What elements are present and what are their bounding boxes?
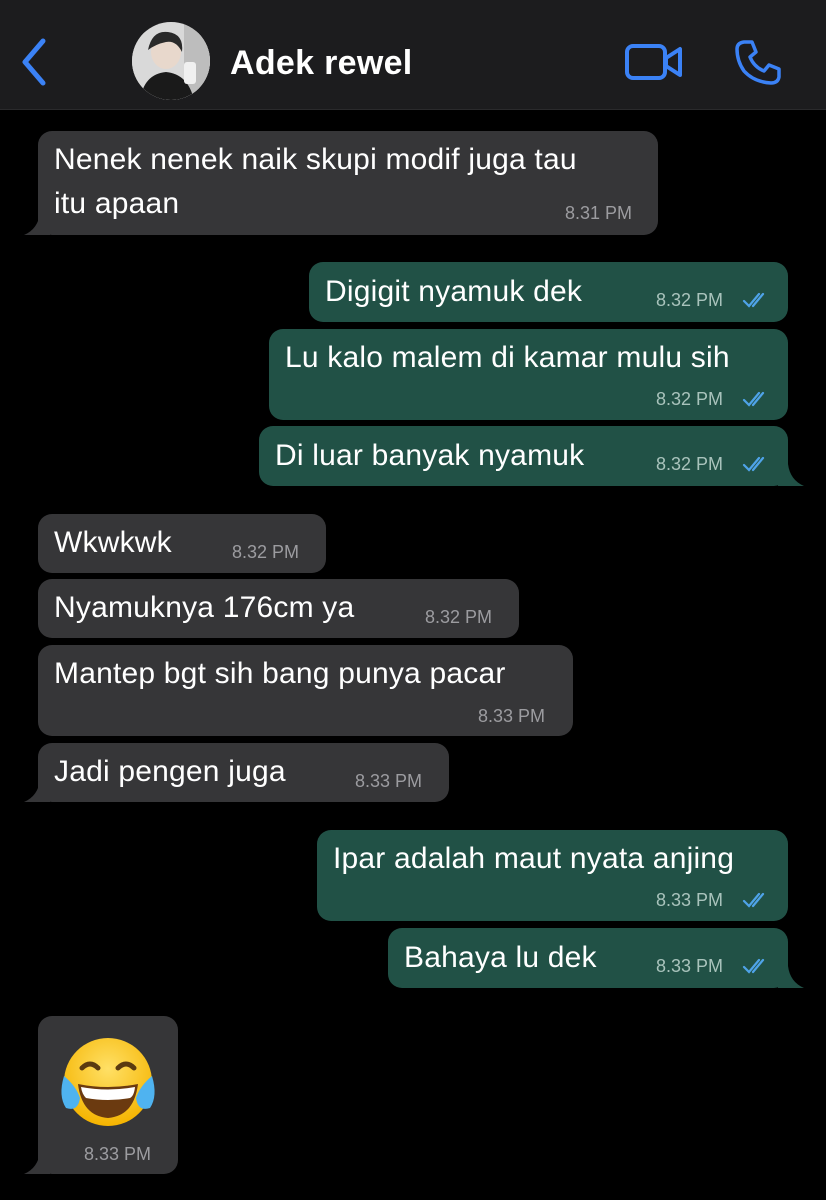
bubble-tail [778, 966, 804, 988]
message-text: Bahaya lu dek [404, 941, 597, 974]
message-bubble-incoming[interactable]: Nyamuknya 176cm ya 8.32 PM [38, 579, 519, 638]
voice-call-button[interactable] [734, 38, 784, 86]
message-bubble-outgoing[interactable]: Ipar adalah maut nyata anjing 8.33 PM [317, 830, 788, 921]
message-text: Nyamuknya 176cm ya [54, 591, 355, 624]
phone-icon [735, 40, 781, 85]
message-bubble-incoming[interactable]: Wkwkwk 8.32 PM [38, 514, 326, 573]
contact-name[interactable]: Adek rewel [230, 44, 413, 83]
message-text: Digigit nyamuk dek [325, 275, 583, 308]
message-time: 8.33 PM [656, 956, 724, 976]
message-text: Ipar adalah maut nyata anjing [333, 842, 735, 875]
chevron-left-icon [22, 38, 46, 86]
message-time: 8.33 PM [355, 771, 423, 791]
message-time: 8.32 PM [232, 542, 300, 562]
bubble-tail [24, 1152, 50, 1174]
message-bubble-incoming[interactable]: Mantep bgt sih bang punya pacar 8.33 PM [38, 645, 573, 736]
message-text: itu apaan [54, 187, 180, 220]
chat-header: Adek rewel [0, 0, 826, 110]
message-time: 8.32 PM [656, 389, 724, 409]
message-time: 8.32 PM [425, 607, 493, 627]
message-text: Di luar banyak nyamuk [275, 439, 585, 472]
message-bubble-incoming[interactable]: Nenek nenek naik skupi modif juga tau it… [24, 131, 658, 235]
read-receipt-icon [742, 892, 765, 908]
message-text: Wkwkwk [54, 526, 172, 559]
contact-avatar[interactable] [132, 22, 210, 100]
video-camera-icon [625, 44, 682, 80]
message-time: 8.33 PM [656, 890, 724, 910]
message-bubble-outgoing[interactable]: Lu kalo malem di kamar mulu sih 8.32 PM [269, 329, 788, 420]
message-time: 8.33 PM [84, 1144, 152, 1164]
back-button[interactable] [14, 36, 54, 88]
message-text: Nenek nenek naik skupi modif juga tau [54, 143, 577, 176]
bubble-tail [24, 780, 50, 802]
read-receipt-icon [742, 391, 765, 407]
bubble-tail [778, 464, 804, 486]
message-bubble-incoming[interactable]: 8.33 PM [24, 1016, 178, 1174]
face-with-tears-of-joy-icon [61, 1038, 155, 1126]
message-time: 8.31 PM [565, 203, 633, 223]
read-receipt-icon [742, 292, 765, 308]
message-time: 8.32 PM [656, 290, 724, 310]
message-text: Mantep bgt sih bang punya pacar [54, 657, 506, 690]
read-receipt-icon [742, 958, 765, 974]
read-receipt-icon [742, 456, 765, 472]
message-bubble-outgoing[interactable]: Di luar banyak nyamuk 8.32 PM [259, 426, 804, 486]
video-call-button[interactable] [624, 40, 686, 84]
message-bubble-outgoing[interactable]: Bahaya lu dek 8.33 PM [388, 928, 804, 988]
message-time: 8.33 PM [478, 706, 546, 726]
message-text: Jadi pengen juga [54, 755, 286, 788]
message-text: Lu kalo malem di kamar mulu sih [285, 341, 730, 374]
bubble-tail [24, 213, 50, 235]
message-bubble-outgoing[interactable]: Digigit nyamuk dek 8.32 PM [309, 262, 788, 322]
message-time: 8.32 PM [656, 454, 724, 474]
message-bubble-incoming[interactable]: Jadi pengen juga 8.33 PM [24, 743, 449, 802]
